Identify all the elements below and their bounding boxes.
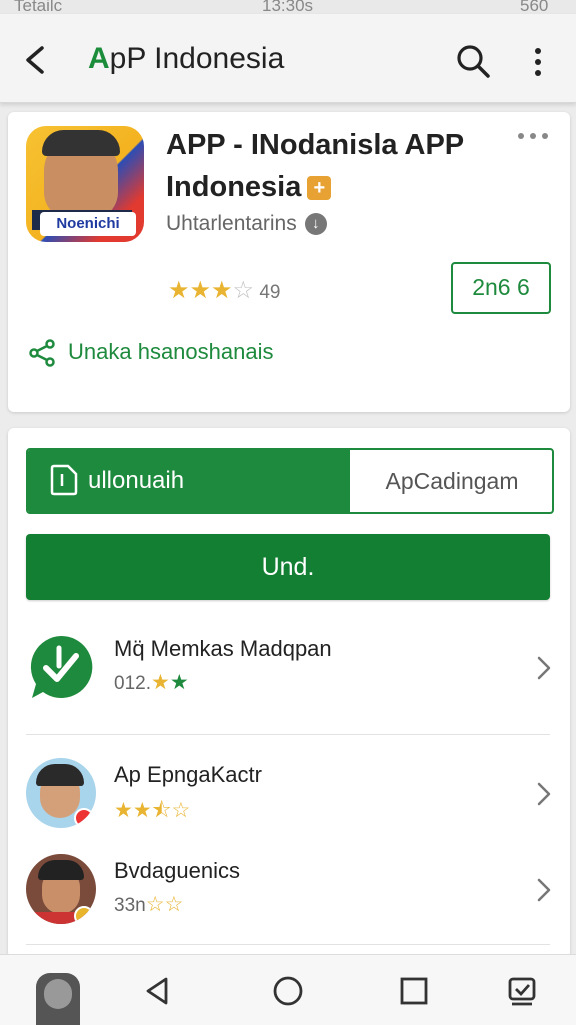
avatar: [26, 758, 96, 828]
system-nav-bar: [0, 954, 576, 1025]
list-item-sub: ★★⯪☆: [114, 796, 190, 831]
list-item-title: Bvdaguenics: [114, 858, 240, 883]
share-label: Unaka hsanoshanais: [68, 338, 274, 364]
chevron-right-icon: [537, 878, 551, 902]
title-logo-letter: A: [88, 42, 110, 75]
nav-recents-icon[interactable]: [398, 975, 430, 1007]
share-icon: [29, 339, 55, 367]
star-empty-icon: ☆: [232, 277, 255, 304]
app-title-line1: APP - INodanisla APP: [166, 129, 465, 161]
list-item-title: Ap EpngaKactr: [114, 762, 262, 787]
star-icon: ★★: [114, 799, 152, 822]
toggle-left-option[interactable]: ullonuaih: [28, 450, 348, 512]
list-item-meta: 012.: [114, 673, 151, 694]
rating-row: ★★★☆ 49: [168, 276, 280, 305]
actions-card: ullonuaih ApCadingam Und. Mq̈ Memkas Mad…: [8, 428, 570, 958]
status-badge: [74, 906, 94, 924]
verified-icon: ↓: [304, 213, 327, 236]
page-title: ApP Indonesia: [88, 42, 284, 76]
more-vert-icon[interactable]: [528, 44, 548, 80]
star-icon: ★: [211, 277, 233, 304]
segmented-toggle: ullonuaih ApCadingam: [26, 448, 554, 514]
back-arrow-icon[interactable]: [18, 42, 54, 78]
search-icon[interactable]: [454, 42, 492, 80]
primary-button[interactable]: Und.: [26, 534, 550, 600]
nav-assist-icon[interactable]: [506, 975, 538, 1007]
star-icon: ★: [189, 277, 212, 304]
list-item[interactable]: Mq̈ Memkas Madqpan 012.★★: [26, 624, 551, 724]
avatar: [26, 854, 96, 924]
share-row[interactable]: Unaka hsanoshanais: [28, 338, 273, 368]
chevron-right-icon: [537, 656, 551, 680]
document-icon: [50, 464, 78, 496]
star-outline-icon: ☆☆: [145, 893, 184, 916]
divider: [26, 734, 550, 735]
app-icon-label: Noenichi: [40, 212, 136, 236]
app-title: APP - INodanisla APP Indonesia +: [166, 124, 506, 208]
star-icon: ★: [168, 277, 190, 304]
chevron-right-icon: [537, 782, 551, 806]
developer-name: Uhtarlentarins: [166, 212, 297, 235]
list-item-title: Mq̈ Memkas Madqpan: [114, 636, 332, 661]
star-icon: ★: [150, 671, 170, 694]
app-avatar-icon: [30, 635, 93, 698]
list-item[interactable]: Bvdaguenics 33n☆☆: [26, 846, 551, 946]
status-badge: [74, 808, 94, 828]
app-icon[interactable]: Noenichi: [26, 126, 144, 242]
star-icon: ★: [169, 671, 189, 694]
more-horiz-icon[interactable]: [516, 130, 550, 142]
list-item-meta: 33n: [114, 895, 146, 916]
list-item-sub: 33n☆☆: [114, 892, 183, 917]
app-icon-cap: [42, 130, 120, 156]
nav-home-icon[interactable]: [272, 975, 304, 1007]
app-details-card: Noenichi APP - INodanisla APP Indonesia +…: [8, 112, 570, 412]
app-title-line2: Indonesia: [166, 171, 302, 203]
avatar-hair: [36, 764, 84, 786]
developer-row[interactable]: Uhtarlentarins ↓: [166, 212, 327, 236]
plus-badge-icon: +: [307, 176, 332, 201]
title-text: pP Indonesia: [109, 42, 285, 75]
nav-back-icon[interactable]: [142, 975, 174, 1007]
avatar-face: [44, 979, 72, 1009]
rating-count: 49: [259, 282, 281, 303]
avatar-hair: [38, 860, 84, 880]
star-empty-icon: ☆: [171, 799, 191, 822]
list-item[interactable]: Ap EpngaKactr ★★⯪☆: [26, 750, 551, 850]
list-item-sub: 012.★★: [114, 670, 189, 695]
toggle-left-label: ullonuaih: [88, 467, 185, 494]
nav-avatar[interactable]: [36, 973, 80, 1025]
toggle-right-option[interactable]: ApCadingam: [348, 450, 552, 512]
divider: [26, 944, 550, 945]
app-bar: ApP Indonesia: [0, 14, 576, 103]
install-chip[interactable]: 2n6 6: [451, 262, 551, 314]
star-half-icon: ⯪: [151, 799, 172, 822]
